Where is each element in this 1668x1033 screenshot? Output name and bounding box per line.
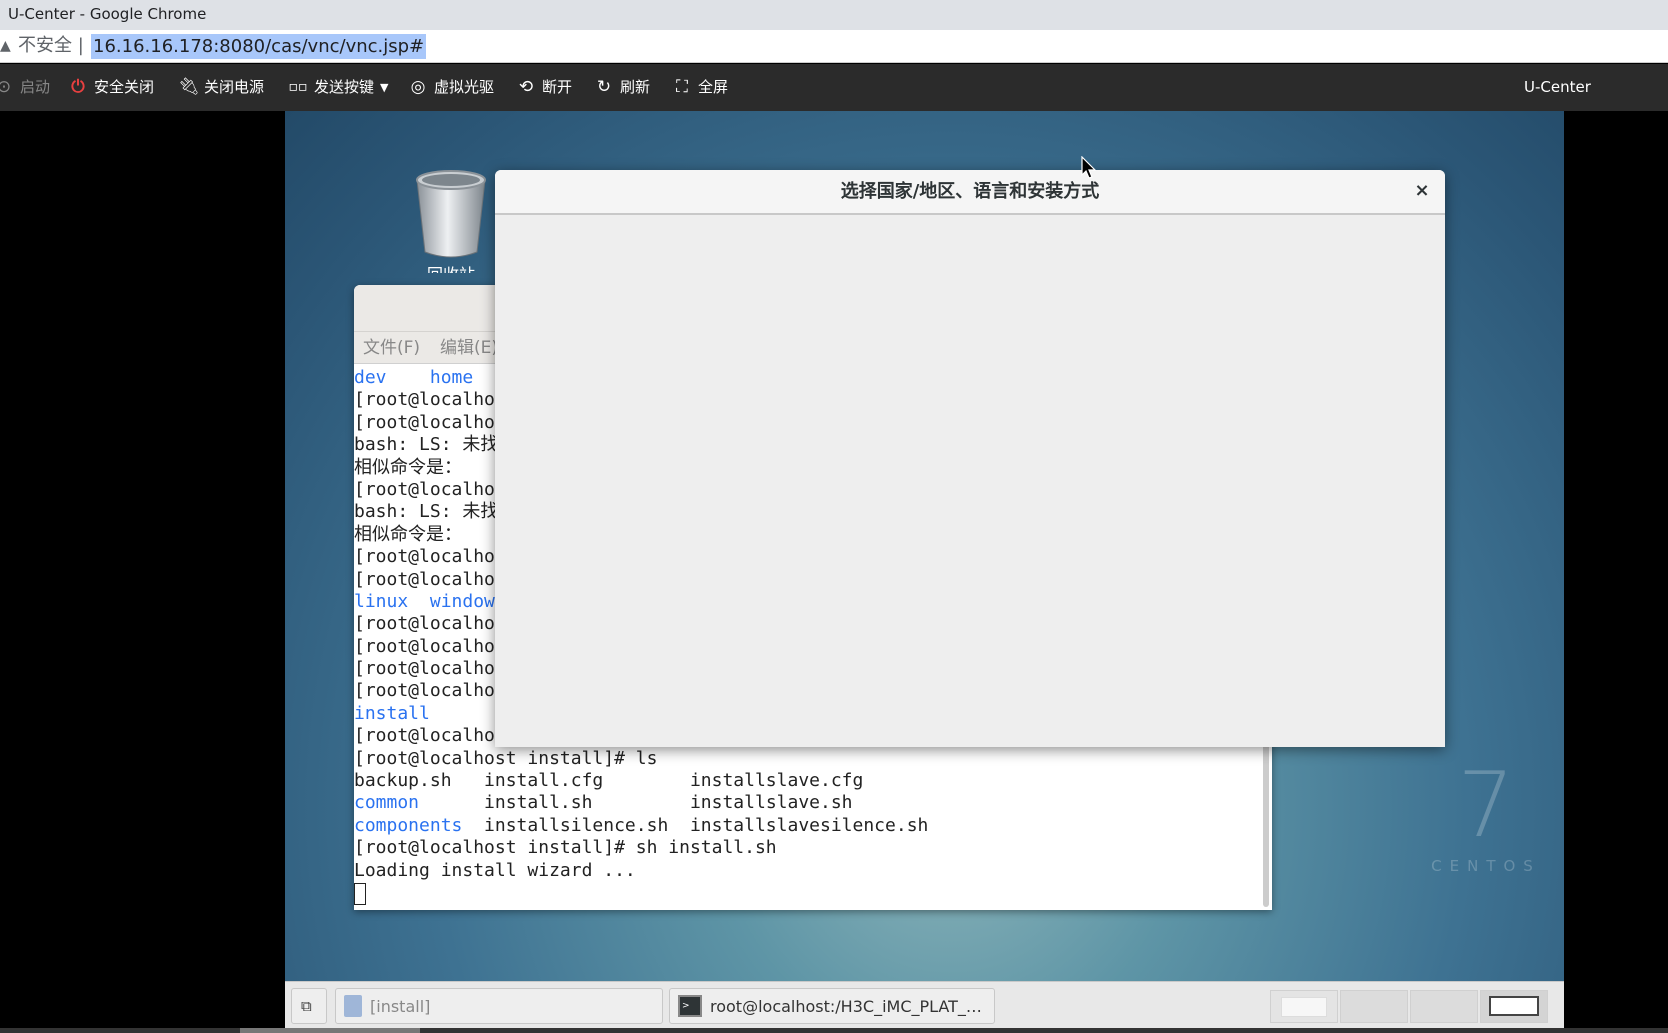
scrollbar-thumb[interactable] bbox=[240, 1028, 420, 1033]
safe-shutdown-button[interactable]: ⏻ 安全关闭 bbox=[68, 64, 154, 111]
virtual-cdrom-button[interactable]: ◎ 虚拟光驱 bbox=[408, 64, 494, 111]
menu-file[interactable]: 文件(F) bbox=[363, 332, 420, 363]
terminal-icon: > bbox=[678, 995, 702, 1017]
terminal-line: backup.sh install.cfg installslave.cfg bbox=[354, 770, 864, 792]
caret-down-icon: ▼ bbox=[380, 81, 389, 94]
address-bar[interactable]: ▲ 不安全 | 16.16.16.178:8080/cas/vnc/vnc.js… bbox=[0, 30, 1668, 63]
dialog-title: 选择国家/地区、语言和安装方式 bbox=[840, 181, 1100, 202]
workspace-1[interactable] bbox=[1270, 990, 1338, 1023]
terminal-line: [root@localhost install]# sh install.sh bbox=[354, 837, 777, 859]
directory-name: common bbox=[354, 792, 420, 814]
terminal-cursor bbox=[354, 882, 366, 905]
remote-desktop[interactable]: 回收站 7 CENTOS 文件(F) 编辑(E) dev home[root@l… bbox=[285, 111, 1564, 981]
file-manager-icon bbox=[344, 995, 362, 1017]
warning-icon[interactable]: ▲ bbox=[0, 30, 11, 62]
close-button[interactable]: × bbox=[1411, 180, 1433, 202]
brand-label: U-Center bbox=[1524, 78, 1591, 96]
vnc-toolbar: ⊙ 启动 ⏻ 安全关闭 🔌︎ 关闭电源 ▫▫ 发送按键 ▼ ◎ 虚拟光驱 ⟲ 断开 ↻ 刷新 ⛶… bbox=[0, 64, 1668, 111]
security-label[interactable]: 不安全 | bbox=[18, 30, 84, 62]
dialog-header[interactable]: 选择国家/地区、语言和安装方式 × bbox=[495, 170, 1445, 215]
power-off-button[interactable]: 🔌︎ 关闭电源 bbox=[178, 64, 264, 111]
directory-name: components bbox=[354, 814, 463, 836]
installer-dialog: 选择国家/地区、语言和安装方式 × bbox=[495, 170, 1445, 747]
workspace-4[interactable] bbox=[1480, 990, 1548, 1023]
disconnect-icon: ⟲ bbox=[518, 77, 534, 97]
plug-icon: 🔌︎ bbox=[178, 77, 200, 97]
disconnect-button[interactable]: ⟲ 断开 bbox=[516, 64, 572, 111]
show-desktop-button[interactable]: ⧉ bbox=[291, 988, 327, 1024]
taskbar-item-install[interactable]: [install] bbox=[335, 988, 663, 1024]
power-icon: ⏻ bbox=[71, 77, 85, 97]
start-button[interactable]: ⊙ 启动 bbox=[0, 64, 50, 111]
terminal-line: common install.sh installslave.sh bbox=[354, 792, 1254, 814]
terminal-line: Loading install wizard ... bbox=[354, 859, 636, 881]
taskbar-item-terminal[interactable]: > root@localhost:/H3C_iMC_PLAT_… bbox=[669, 988, 995, 1024]
refresh-button[interactable]: ↻ 刷新 bbox=[594, 64, 650, 111]
show-desktop-icon: ⧉ bbox=[301, 997, 312, 1015]
send-keys-dropdown[interactable]: ▫▫ 发送按键 ▼ bbox=[288, 64, 389, 111]
trash-label: 回收站 bbox=[395, 261, 507, 273]
file-names: installsilence.sh installslavesilence.sh bbox=[462, 814, 929, 836]
terminal-line: components installsilence.sh installslav… bbox=[354, 815, 1254, 837]
page-scrollbar[interactable] bbox=[0, 1028, 1668, 1033]
file-names: install.sh installslave.sh bbox=[419, 792, 853, 814]
fullscreen-button[interactable]: ⛶ 全屏 bbox=[672, 64, 728, 111]
workspace-3[interactable] bbox=[1410, 990, 1478, 1023]
window-title: U-Center - Google Chrome bbox=[8, 5, 207, 23]
taskbar: ⧉ [install] > root@localhost:/H3C_iMC_PL… bbox=[285, 981, 1564, 1028]
centos-watermark: 7 CENTOS bbox=[1431, 753, 1541, 876]
terminal-line: [root@localhost install]# ls bbox=[354, 747, 658, 769]
trash-icon[interactable] bbox=[413, 168, 489, 261]
keys-icon: ▫▫ bbox=[288, 79, 308, 95]
play-circle-icon: ⊙ bbox=[0, 77, 12, 97]
mouse-cursor-icon bbox=[1081, 156, 1097, 179]
browser-title-bar: U-Center - Google Chrome bbox=[0, 0, 1668, 30]
disc-icon: ◎ bbox=[410, 77, 426, 97]
workspace-2[interactable] bbox=[1340, 990, 1408, 1023]
url-text[interactable]: 16.16.16.178:8080/cas/vnc/vnc.jsp# bbox=[91, 34, 427, 59]
fullscreen-icon: ⛶ bbox=[676, 77, 688, 97]
refresh-icon: ↻ bbox=[596, 77, 612, 97]
menu-edit[interactable]: 编辑(E) bbox=[440, 332, 498, 363]
